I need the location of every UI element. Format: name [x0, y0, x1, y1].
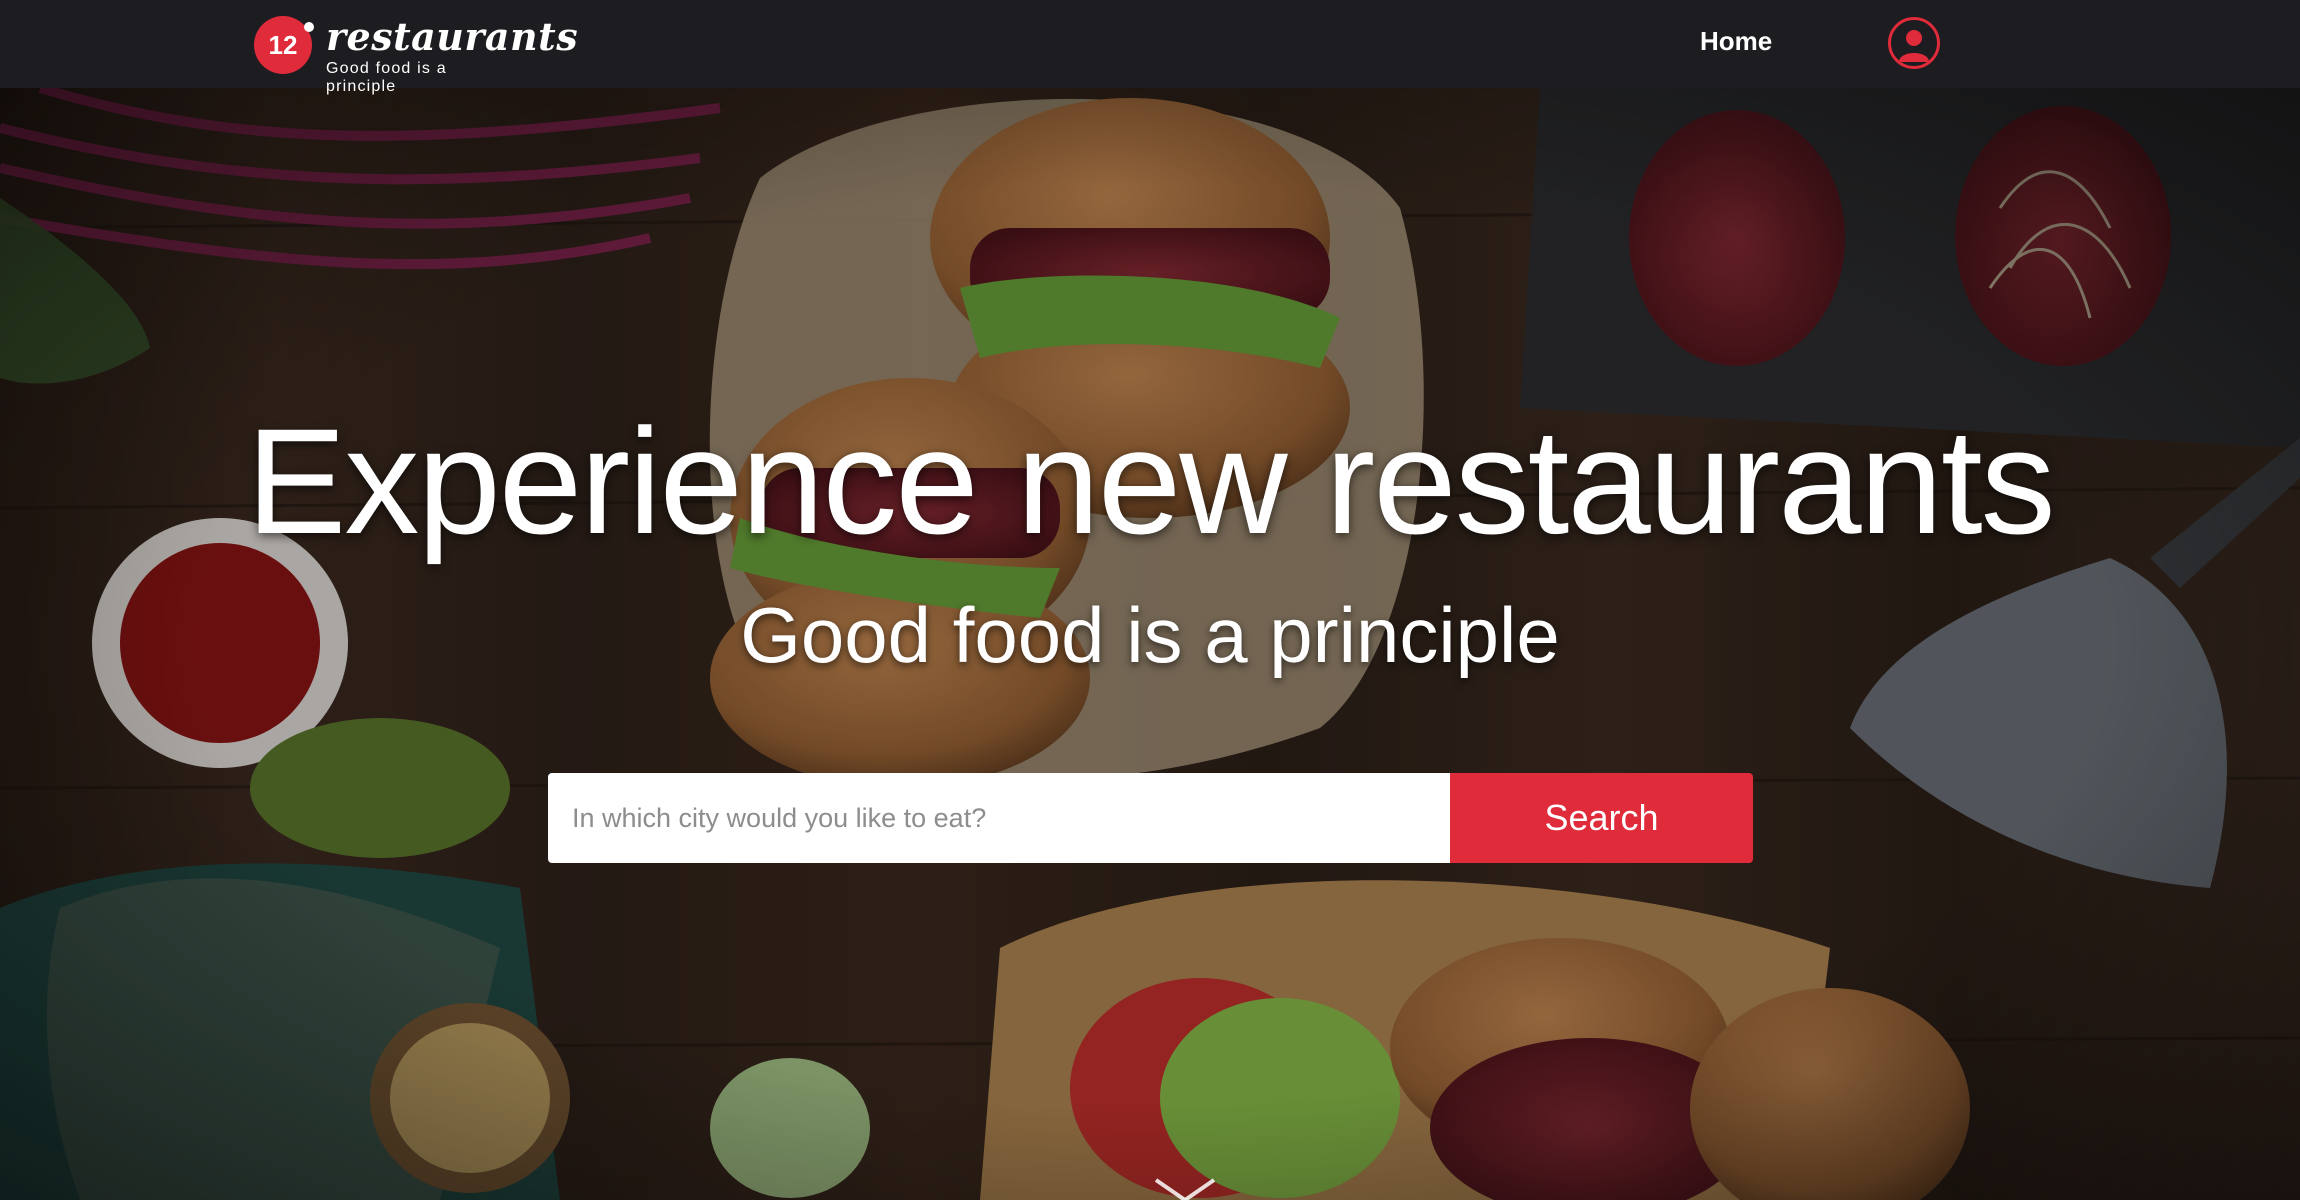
- logo-wordmark: restaurants: [326, 14, 579, 59]
- city-search-input[interactable]: [548, 773, 1450, 863]
- hero-title: Experience new restaurants: [246, 397, 2055, 565]
- top-navbar: 12 restaurants Good food is a principle …: [0, 0, 2300, 95]
- site-logo[interactable]: 12 restaurants Good food is a principle: [252, 8, 578, 95]
- account-button[interactable]: [1888, 17, 1940, 69]
- logo-badge: 12: [254, 16, 314, 74]
- chevron-down-icon[interactable]: [1150, 1176, 1220, 1200]
- city-search-form: Search: [548, 773, 1753, 863]
- search-button[interactable]: Search: [1450, 773, 1753, 863]
- hero-subtitle: Good food is a principle: [740, 591, 1560, 679]
- hero-section: Experience new restaurants Good food is …: [0, 88, 2300, 1200]
- nav-home-link[interactable]: Home: [1700, 26, 1772, 57]
- logo-number: 12: [268, 29, 298, 60]
- logo-tagline: Good food is a principle: [326, 60, 447, 95]
- user-icon: [1899, 30, 1929, 62]
- logo-badge-dot: [304, 22, 314, 32]
